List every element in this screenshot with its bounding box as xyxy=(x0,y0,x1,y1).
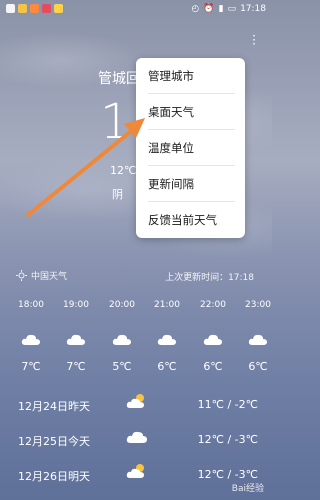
sun-icon xyxy=(16,270,27,281)
cloud-icon xyxy=(248,334,267,345)
cloud-icon xyxy=(112,334,131,345)
provider-name: 中国天气 xyxy=(31,272,68,282)
cloud-icon xyxy=(21,334,40,345)
hour-temp: 7℃ xyxy=(21,360,41,373)
cloud-icon xyxy=(66,334,85,345)
daily-row[interactable]: 12月26日明天 12℃ / -3℃ xyxy=(18,464,258,488)
watermark: Bai经验 xyxy=(231,484,264,494)
partly-cloudy-icon xyxy=(126,464,144,478)
hour-time: 23:00 xyxy=(245,300,271,310)
provider-label: 中国天气 xyxy=(16,269,67,282)
hour-time: 19:00 xyxy=(63,300,89,310)
partly-cloudy-icon xyxy=(126,394,144,408)
hour-temp: 6℃ xyxy=(157,360,177,373)
hour-time: 18:00 xyxy=(18,300,44,310)
cloud-icon xyxy=(157,334,176,345)
day-date: 12月26日明天 xyxy=(18,470,90,483)
last-updated: 上次更新时间：17:18 xyxy=(165,273,254,283)
daily-row[interactable]: 12月25日今天 12℃ / -3℃ xyxy=(18,431,258,453)
annotation-arrow xyxy=(26,118,145,217)
hour-time: 21:00 xyxy=(154,300,180,310)
day-date: 12月24日昨天 xyxy=(18,400,90,413)
day-date: 12月25日今天 xyxy=(18,435,90,448)
hour-temp: 6℃ xyxy=(248,360,268,373)
hourly-forecast: 18:00 7℃ 19:00 7℃ 20:00 5℃ 21:00 6℃ 22:0… xyxy=(0,300,272,380)
hour-time: 22:00 xyxy=(200,300,226,310)
cloudy-icon xyxy=(126,431,147,443)
hour-time: 20:00 xyxy=(109,300,135,310)
hour-temp: 5℃ xyxy=(112,360,132,373)
day-range: 11℃ / -2℃ xyxy=(197,398,258,411)
day-range: 12℃ / -3℃ xyxy=(197,433,258,446)
cloud-icon xyxy=(203,334,222,345)
hour-temp: 6℃ xyxy=(203,360,223,373)
day-range: 12℃ / -3℃ xyxy=(197,468,258,481)
daily-row[interactable]: 12月24日昨天 11℃ / -2℃ xyxy=(18,394,258,418)
hour-temp: 7℃ xyxy=(66,360,86,373)
